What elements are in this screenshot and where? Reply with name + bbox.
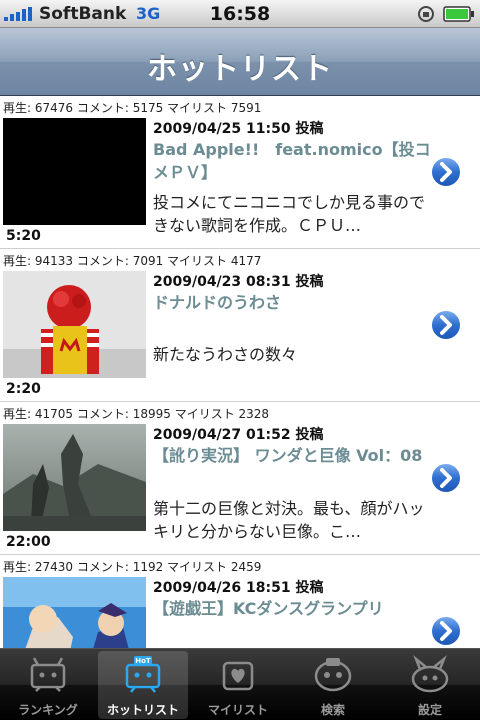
tab-label: ランキング — [18, 703, 78, 717]
tab-label: 検索 — [320, 703, 345, 717]
video-row[interactable]: 再生: 94133 コメント: 7091 マイリスト 4177 2:20 200… — [0, 249, 480, 402]
tab-label: ホットリスト — [106, 703, 179, 717]
video-row[interactable]: 再生: 41705 コメント: 18995 マイリスト 2328 22:00 2… — [0, 402, 480, 555]
video-duration: 5:20 — [6, 228, 41, 244]
tab-search[interactable]: 検索 — [288, 651, 378, 719]
video-stats: 再生: 94133 コメント: 7091 マイリスト 4177 — [3, 254, 262, 268]
post-date: 2009/04/27 01:52 投稿 — [153, 427, 324, 443]
video-thumbnail[interactable] — [3, 577, 146, 648]
disclosure-chevron-icon[interactable] — [429, 614, 463, 648]
hotlist-icon: HoT — [125, 656, 161, 693]
tab-bar: ランキング HoT ホットリスト マイリスト 検索 設定 — [0, 648, 480, 720]
page-title: ホットリスト — [147, 52, 333, 87]
video-thumbnail[interactable] — [3, 271, 146, 378]
video-description: 投コメにてニコニコでしか見る事のできない歌詞を作成。ＣＰＵ… — [153, 193, 426, 235]
post-date: 2009/04/26 18:51 投稿 — [153, 580, 324, 596]
tab-ranking[interactable]: ランキング — [3, 651, 93, 719]
post-date: 2009/04/23 08:31 投稿 — [153, 274, 324, 290]
video-stats: 再生: 67476 コメント: 5175 マイリスト 7591 — [3, 101, 262, 115]
video-title[interactable]: Bad Apple!! feat.nomico【投コメＰＶ】 — [153, 138, 431, 184]
video-row[interactable]: 再生: 27430 コメント: 1192 マイリスト 2459 2009/04/… — [0, 555, 480, 648]
clock: 16:58 — [209, 3, 271, 25]
video-row[interactable]: 再生: 67476 コメント: 5175 マイリスト 7591 5:20 200… — [0, 96, 480, 249]
tab-label: マイリスト — [207, 703, 268, 717]
mylist-icon — [222, 661, 254, 691]
video-title[interactable]: ドナルドのうわさ — [153, 291, 431, 314]
ronald-mcdonald-image — [3, 271, 146, 378]
anime-duel-image — [3, 577, 146, 648]
video-stats: 再生: 27430 コメント: 1192 マイリスト 2459 — [3, 560, 262, 574]
rotation-lock-icon — [418, 6, 434, 22]
svg-text:HoT: HoT — [135, 657, 151, 665]
video-stats: 再生: 41705 コメント: 18995 マイリスト 2328 — [3, 407, 270, 421]
navigation-bar: ホットリスト — [0, 28, 480, 96]
video-thumbnail[interactable] — [3, 424, 146, 531]
video-description: 第十二の巨像と対決。最も、顔がハッキリと分からない巨像。こ… — [153, 499, 425, 541]
video-description: 新たなうわさの数々 — [153, 345, 298, 364]
disclosure-chevron-icon[interactable] — [429, 308, 463, 342]
colossus-game-image — [3, 424, 146, 531]
video-title[interactable]: 【訛り実況】 ワンダと巨像 Vol：08 — [153, 444, 431, 467]
tab-settings[interactable]: 設定 — [385, 651, 475, 719]
battery-icon — [443, 6, 474, 22]
video-thumbnail[interactable] — [3, 118, 146, 225]
disclosure-chevron-icon[interactable] — [429, 155, 463, 189]
status-bar: SoftBank 3G 16:58 — [0, 0, 480, 28]
settings-icon — [411, 655, 449, 693]
video-list[interactable]: 再生: 67476 コメント: 5175 マイリスト 7591 5:20 200… — [0, 96, 480, 648]
disclosure-chevron-icon[interactable] — [429, 461, 463, 495]
search-icon — [314, 658, 352, 692]
tab-label: 設定 — [417, 703, 442, 717]
tab-mylist[interactable]: マイリスト — [193, 651, 283, 719]
video-duration: 22:00 — [6, 534, 51, 550]
post-date: 2009/04/25 11:50 投稿 — [153, 121, 324, 137]
ranking-icon — [30, 657, 66, 692]
tab-hotlist[interactable]: HoT ホットリスト — [98, 651, 188, 719]
video-title[interactable]: 【遊戯王】KCダンスグランプリ — [153, 597, 431, 620]
video-duration: 2:20 — [6, 381, 41, 397]
